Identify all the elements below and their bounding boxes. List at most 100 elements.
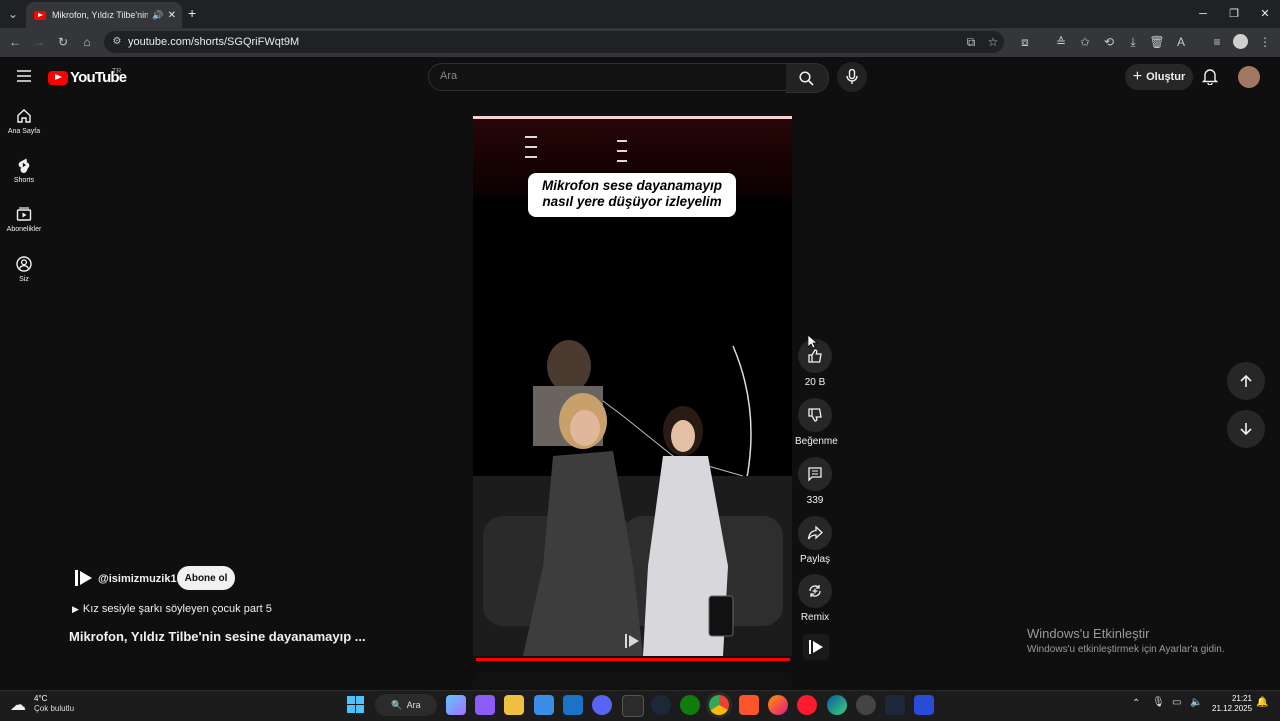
guide-label: Siz [19,276,29,283]
site-info-icon[interactable]: ⚙ [108,33,126,51]
notifications-bell-icon[interactable] [1201,68,1219,90]
channel-avatar-icon[interactable] [72,567,94,589]
chrome-icon[interactable] [709,695,729,715]
play-icon: ▶ [72,604,79,614]
sound-source-icon[interactable] [803,634,829,660]
subscribe-button[interactable]: Abone ol [177,566,235,590]
guide-item-home[interactable]: Ana Sayfa [4,108,44,135]
reload-icon[interactable]: ↻ [54,33,72,51]
media-control-icon[interactable]: ≡ [1208,33,1226,51]
network-icon[interactable]: ▭ [1172,697,1181,708]
shorts-video-player[interactable]: Mikrofon sese dayanamayıp nasıl yere düş… [473,116,792,661]
tab-list-dropdown-icon[interactable]: ⌄ [4,5,22,23]
extensions-icon[interactable]: ⧈ [1016,33,1034,51]
search-placeholder: Ara [440,70,458,82]
comment-count: 339 [806,495,824,506]
video-title[interactable]: Mikrofon, Yıldız Tilbe'nin sesine dayana… [69,629,366,644]
back-icon[interactable]: ← [6,33,24,51]
epic-games-icon[interactable] [622,695,644,717]
translate-icon[interactable]: A [1172,33,1190,51]
opera-icon[interactable] [797,695,817,715]
browser-menu-icon[interactable]: ⋮ [1256,33,1274,51]
shorts-icon [18,158,30,173]
volume-icon[interactable]: 🔈 [1190,697,1202,708]
delete-data-icon[interactable]: 🗑 [1148,33,1166,51]
windows-activation-watermark: Windows'u Etkinleştir Windows'u etkinleş… [1027,626,1225,655]
weather-cloud-icon[interactable]: ☁ [10,695,26,715]
search-icon [799,71,814,86]
notification-center-icon[interactable]: 🔔 [1256,697,1268,708]
settings-app-icon[interactable] [856,695,876,715]
close-window-icon[interactable]: ✕ [1250,4,1280,24]
share-button[interactable]: Paylaş [795,516,835,565]
playlist-title: Kız sesiyle şarkı söyleyen çocuk part 5 [82,603,272,615]
guide-label: Abonelikler [6,226,42,233]
search-button[interactable] [786,63,829,93]
steam-client-icon[interactable] [885,695,905,715]
bookmark-star-icon[interactable]: ☆ [984,33,1002,51]
taskbar-time[interactable]: 21:21 [1226,694,1252,703]
previous-short-button[interactable] [1227,362,1265,400]
weather-temperature[interactable]: 4°C [34,694,47,703]
browser-tab[interactable]: Mikrofon, Yıldız Tilbe'nin se 🔊 ✕ [26,2,182,28]
tray-microphone-icon[interactable]: 🎙 [1152,697,1165,708]
create-button[interactable]: + Oluştur [1125,64,1193,90]
tab-close-icon[interactable]: ✕ [168,10,176,21]
caption-line-1: Mikrofon sese dayanamayıp [541,178,723,193]
steam-icon[interactable] [651,695,671,715]
url-text[interactable]: youtube.com/shorts/SGQriFWqt9M [128,36,299,48]
youtube-favicon-icon [34,10,46,20]
thumbs-down-icon [808,408,822,422]
microsoft-store-icon[interactable] [534,695,554,715]
minimize-window-icon[interactable]: ─ [1188,4,1218,24]
channel-watermark-icon [623,632,641,650]
create-label: Oluştur [1146,71,1186,83]
forward-icon[interactable]: → [30,33,48,51]
profile-avatar-icon[interactable] [1233,34,1248,49]
tray-overflow-icon[interactable]: ⌃ [1132,698,1140,709]
user-avatar[interactable] [1238,66,1260,88]
weather-description[interactable]: Çok bulutlu [34,704,74,713]
start-menu-icon[interactable] [347,696,364,718]
home-button-icon[interactable]: ⌂ [78,33,96,51]
guide-item-you[interactable]: Siz [4,256,44,283]
taskbar-search[interactable]: 🔍 Ara [375,694,437,716]
new-tab-button[interactable]: + [188,5,196,21]
maximize-window-icon[interactable]: ❐ [1219,4,1249,24]
channel-name[interactable]: @isimizmuzik1 [98,573,177,585]
favorites-icon[interactable]: ✩ [1076,33,1094,51]
voice-search-button[interactable] [837,62,867,92]
hamburger-menu-icon[interactable] [16,68,32,89]
firefox-icon[interactable] [768,695,788,715]
share-label: Paylaş [799,554,830,565]
next-short-button[interactable] [1227,410,1265,448]
audio-playing-icon[interactable]: 🔊 [152,10,163,21]
comments-button[interactable]: 339 [795,457,835,506]
dislike-button[interactable]: Beğenme [795,398,838,447]
video-progress-bar[interactable] [476,658,790,661]
remix-button[interactable]: Remix [795,574,835,623]
taskbar-date[interactable]: 21.12.2025 [1212,704,1252,713]
search-input[interactable] [428,63,788,91]
share-icon [807,525,823,540]
reading-mode-icon[interactable]: ≙ [1052,33,1070,51]
file-explorer-icon[interactable] [504,695,524,715]
guide-item-subscriptions[interactable]: Abonelikler [4,206,44,233]
widget-app-icon[interactable] [475,695,495,715]
thumbs-up-icon [808,349,822,363]
xbox-icon[interactable] [680,695,700,715]
outlook-icon[interactable] [563,695,583,715]
edge-icon[interactable] [827,695,847,715]
remix-icon [809,585,821,597]
home-icon [17,109,31,123]
downloads-icon[interactable]: ⤓ [1124,33,1142,51]
playlist-link[interactable]: ▶ Kız sesiyle şarkı söyleyen çocuk part 5 [72,603,272,615]
brave-icon[interactable] [739,695,759,715]
comment-icon [808,467,822,482]
history-icon[interactable]: ⟲ [1100,33,1118,51]
copilot-icon[interactable] [446,695,466,715]
guide-item-shorts[interactable]: Shorts [4,157,44,184]
discord-icon[interactable] [592,695,612,715]
install-app-icon[interactable]: ⧉ [962,33,980,51]
app-shortcut-icon[interactable] [914,695,934,715]
